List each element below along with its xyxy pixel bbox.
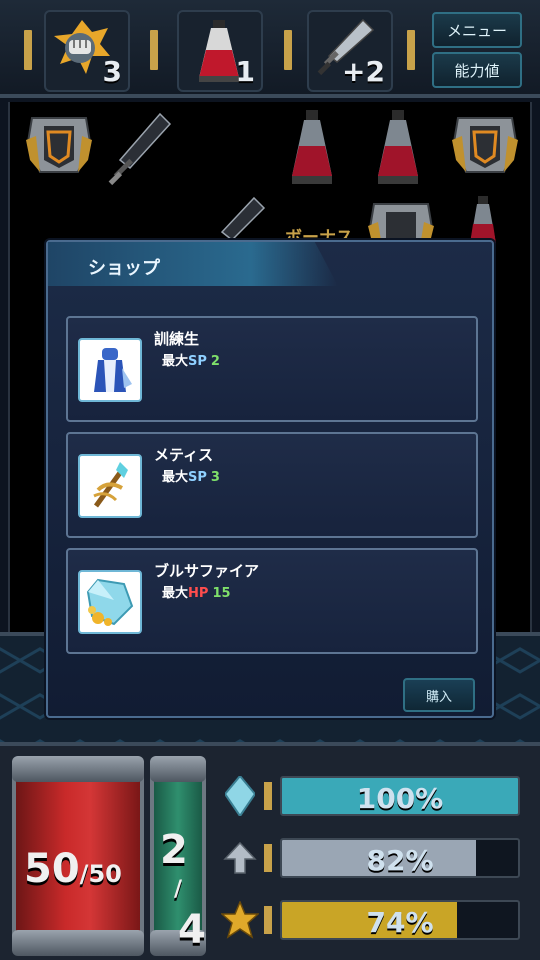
inventory-slot-potion[interactable]: 1 bbox=[177, 10, 263, 92]
metis-staff-icon bbox=[78, 454, 142, 518]
inventory-slot-sword[interactable]: +2 bbox=[307, 10, 393, 92]
armor-icon bbox=[452, 117, 518, 173]
top-bar: 3 1 +2 メニュー 能力値 bbox=[0, 0, 540, 98]
item-name: ブルサファイア bbox=[154, 562, 260, 580]
crystal-percent: 100% bbox=[356, 782, 444, 815]
potion-icon bbox=[199, 20, 239, 82]
ability-button[interactable]: 能力値 bbox=[432, 52, 522, 88]
crystal-stat-row: 100% bbox=[220, 774, 526, 818]
menu-button[interactable]: メニュー bbox=[432, 12, 522, 48]
slot-count: +2 bbox=[342, 55, 385, 88]
shop-item-trainee[interactable]: 訓練生 最大SP 2 bbox=[66, 316, 478, 422]
slot-count: 3 bbox=[102, 55, 122, 88]
crystal-icon bbox=[220, 774, 260, 818]
crystal-bar: 100% bbox=[280, 776, 520, 816]
level-percent: 82% bbox=[366, 844, 434, 877]
armor-icon bbox=[26, 117, 92, 173]
slot-divider bbox=[24, 30, 32, 70]
slot-divider bbox=[407, 30, 415, 70]
sp-gauge: 2 / 4 bbox=[150, 756, 206, 956]
xp-star-icon bbox=[220, 898, 260, 942]
sword-icon bbox=[108, 112, 172, 186]
hp-max: 50 bbox=[88, 860, 122, 888]
item-name: 訓練生 bbox=[154, 330, 200, 348]
sword-icon bbox=[220, 196, 266, 242]
blue-sapphire-icon bbox=[78, 570, 142, 634]
slot-divider bbox=[150, 30, 158, 70]
shop-item-blue-sapphire[interactable]: ブルサファイア 最大HP 15 bbox=[66, 548, 478, 654]
inventory-slot-fist[interactable]: 3 bbox=[44, 10, 130, 92]
level-bar: 82% bbox=[280, 838, 520, 878]
item-stat: 最大SP 2 bbox=[162, 354, 220, 369]
level-stat-row: 82% bbox=[220, 836, 526, 880]
potion-icon bbox=[378, 110, 418, 184]
buy-button[interactable]: 購入 bbox=[403, 678, 475, 712]
slot-divider bbox=[284, 30, 292, 70]
hp-current: 50 bbox=[24, 846, 80, 892]
trainee-robe-icon bbox=[78, 338, 142, 402]
status-panel: 50/50 2 / 4 100% 82% 74% bbox=[0, 742, 540, 960]
sp-current: 2 bbox=[160, 827, 188, 873]
item-stat: 最大SP 3 bbox=[162, 470, 220, 485]
arrow-up-icon bbox=[220, 836, 260, 880]
potion-icon bbox=[470, 196, 496, 244]
hp-readout: 50/50 bbox=[24, 846, 122, 892]
shop-title: ショップ bbox=[88, 258, 160, 279]
sp-max: 4 bbox=[178, 907, 206, 953]
item-name: メティス bbox=[154, 446, 214, 464]
xp-bar: 74% bbox=[280, 900, 520, 940]
slot-count: 1 bbox=[235, 55, 255, 88]
shop-dialog: ショップ 訓練生 最大SP 2 メティス 最大SP 3 ブルサファイア 最大HP… bbox=[46, 240, 494, 718]
potion-icon bbox=[292, 110, 332, 184]
xp-percent: 74% bbox=[366, 906, 434, 939]
item-stat: 最大HP 15 bbox=[162, 586, 231, 601]
hp-gauge: 50/50 bbox=[12, 756, 144, 956]
shop-item-metis[interactable]: メティス 最大SP 3 bbox=[66, 432, 478, 538]
sp-readout: 2 / 4 bbox=[160, 827, 206, 953]
xp-stat-row: 74% bbox=[220, 898, 526, 942]
